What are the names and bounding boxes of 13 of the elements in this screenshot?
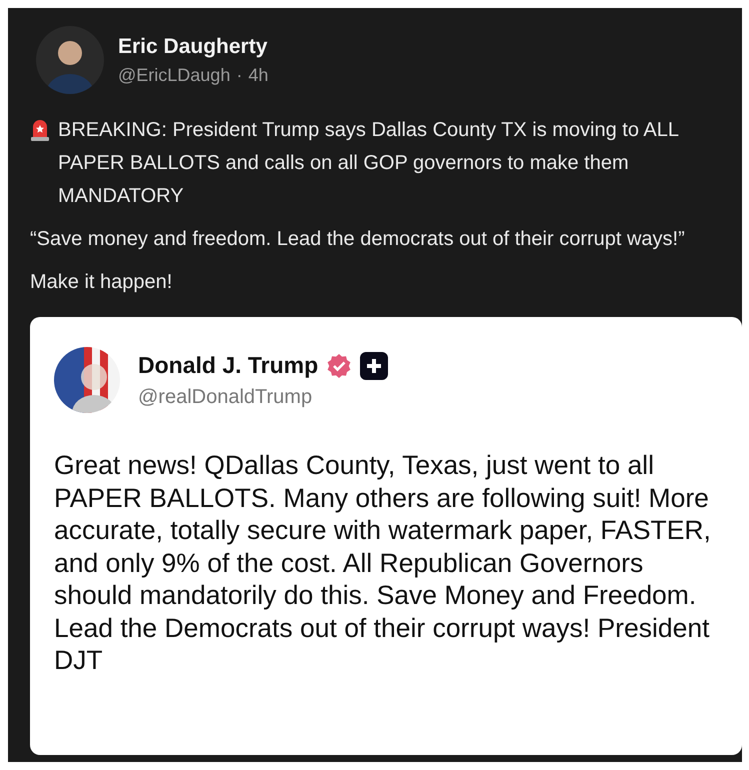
separator: · xyxy=(236,64,242,86)
plus-icon xyxy=(360,352,388,380)
author-handle[interactable]: @EricLDaugh xyxy=(118,64,230,86)
author-handle[interactable]: @realDonaldTrump xyxy=(138,386,388,408)
post-text: BREAKING: President Trump says Dallas County TX is moving to ALL PAPER BALLOTS and calls on all GOP governors to make them MANDATORY xyxy=(58,118,680,209)
siren-icon xyxy=(30,119,50,141)
author-name[interactable]: Donald J. Trump xyxy=(138,352,318,379)
post-text: Make it happen! xyxy=(30,270,174,295)
quoted-post-text: Great news! QDallas County, Texas, just went to all PAPER BALLOTS. Many others are following suit! More accurate, totally secure with watermark paper, FASTER, and only 9% of the cost. All Republican Governors should mandatorily do this. Save Money and Freedom. Lead the Democrats out of their corrupt ways! President DJT xyxy=(54,449,712,676)
post-time: 4h xyxy=(248,64,268,86)
post-text: “Save money and freedom. Lead the democrats out of their corrupt ways!” xyxy=(30,227,686,252)
author-name[interactable]: Eric Daugherty xyxy=(118,34,268,58)
quoted-post-card[interactable] xyxy=(30,317,742,755)
